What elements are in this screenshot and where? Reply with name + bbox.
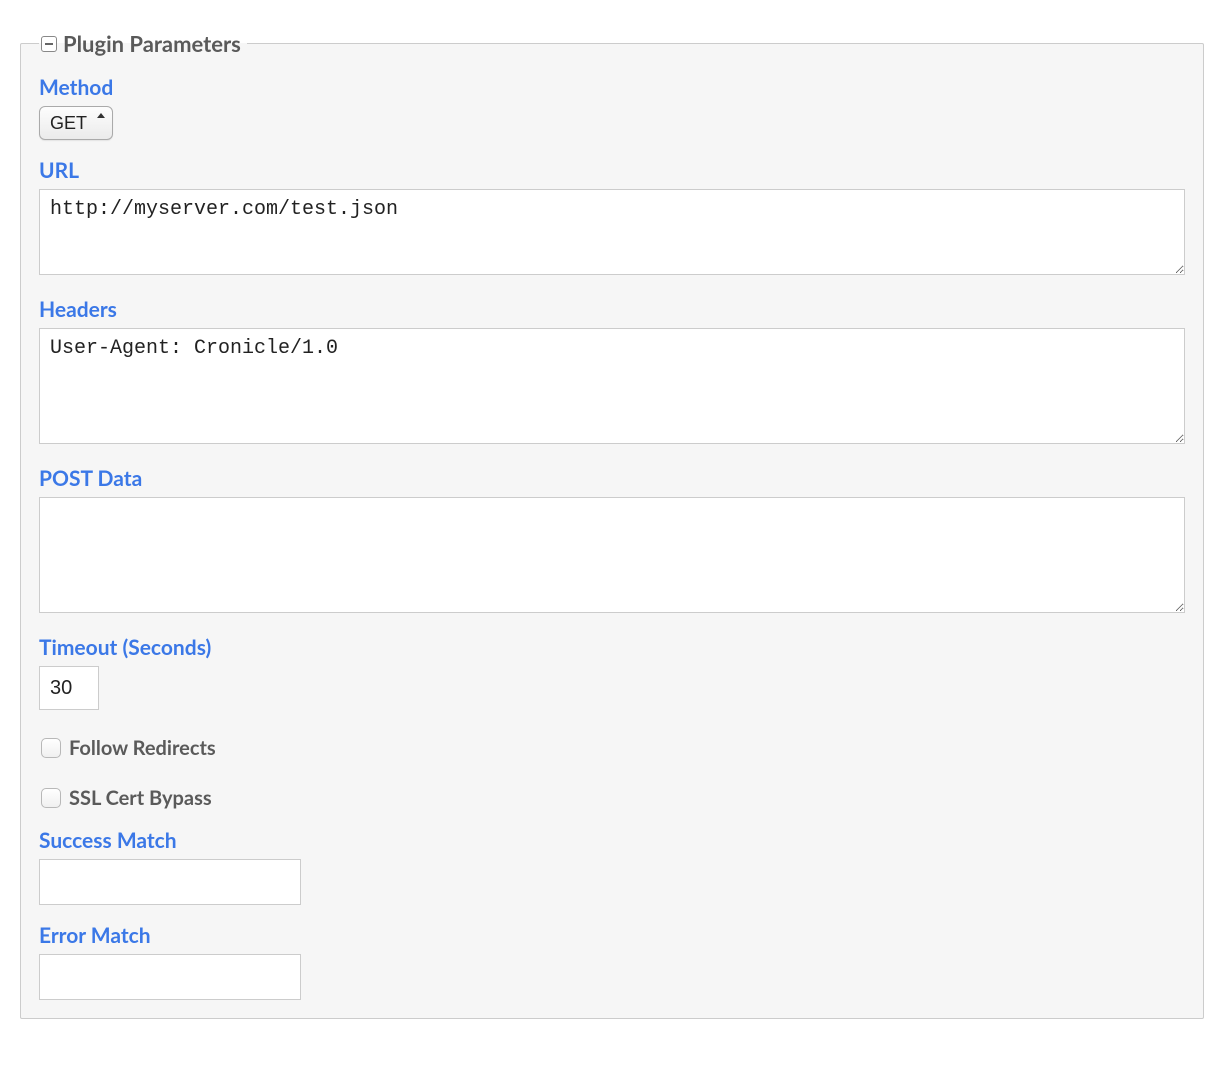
method-label: Method — [39, 75, 1185, 100]
success-match-label: Success Match — [39, 828, 1185, 853]
follow-redirects-row: Follow Redirects — [41, 736, 1185, 760]
url-label: URL — [39, 158, 1185, 183]
headers-input[interactable] — [39, 328, 1185, 444]
method-select-wrap: GET — [39, 106, 113, 140]
fieldset-legend: Plugin Parameters — [39, 30, 247, 57]
success-match-field: Success Match — [39, 828, 1185, 905]
timeout-input[interactable] — [39, 666, 99, 710]
headers-label: Headers — [39, 297, 1185, 322]
headers-field: Headers — [39, 297, 1185, 448]
follow-redirects-label[interactable]: Follow Redirects — [69, 736, 216, 760]
post-data-input[interactable] — [39, 497, 1185, 613]
timeout-field: Timeout (Seconds) — [39, 635, 1185, 710]
error-match-field: Error Match — [39, 923, 1185, 1000]
error-match-label: Error Match — [39, 923, 1185, 948]
method-select[interactable]: GET — [39, 106, 113, 140]
method-field: Method GET — [39, 75, 1185, 140]
collapse-icon[interactable] — [41, 36, 57, 52]
url-input[interactable] — [39, 189, 1185, 275]
plugin-parameters-fieldset: Plugin Parameters Method GET URL Headers… — [20, 30, 1204, 1019]
ssl-cert-bypass-checkbox[interactable] — [41, 788, 61, 808]
error-match-input[interactable] — [39, 954, 301, 1000]
timeout-label: Timeout (Seconds) — [39, 635, 1185, 660]
fieldset-title: Plugin Parameters — [63, 30, 241, 57]
url-field: URL — [39, 158, 1185, 279]
success-match-input[interactable] — [39, 859, 301, 905]
post-data-label: POST Data — [39, 466, 1185, 491]
ssl-cert-bypass-row: SSL Cert Bypass — [41, 786, 1185, 810]
ssl-cert-bypass-label[interactable]: SSL Cert Bypass — [69, 786, 212, 810]
post-data-field: POST Data — [39, 466, 1185, 617]
follow-redirects-checkbox[interactable] — [41, 738, 61, 758]
